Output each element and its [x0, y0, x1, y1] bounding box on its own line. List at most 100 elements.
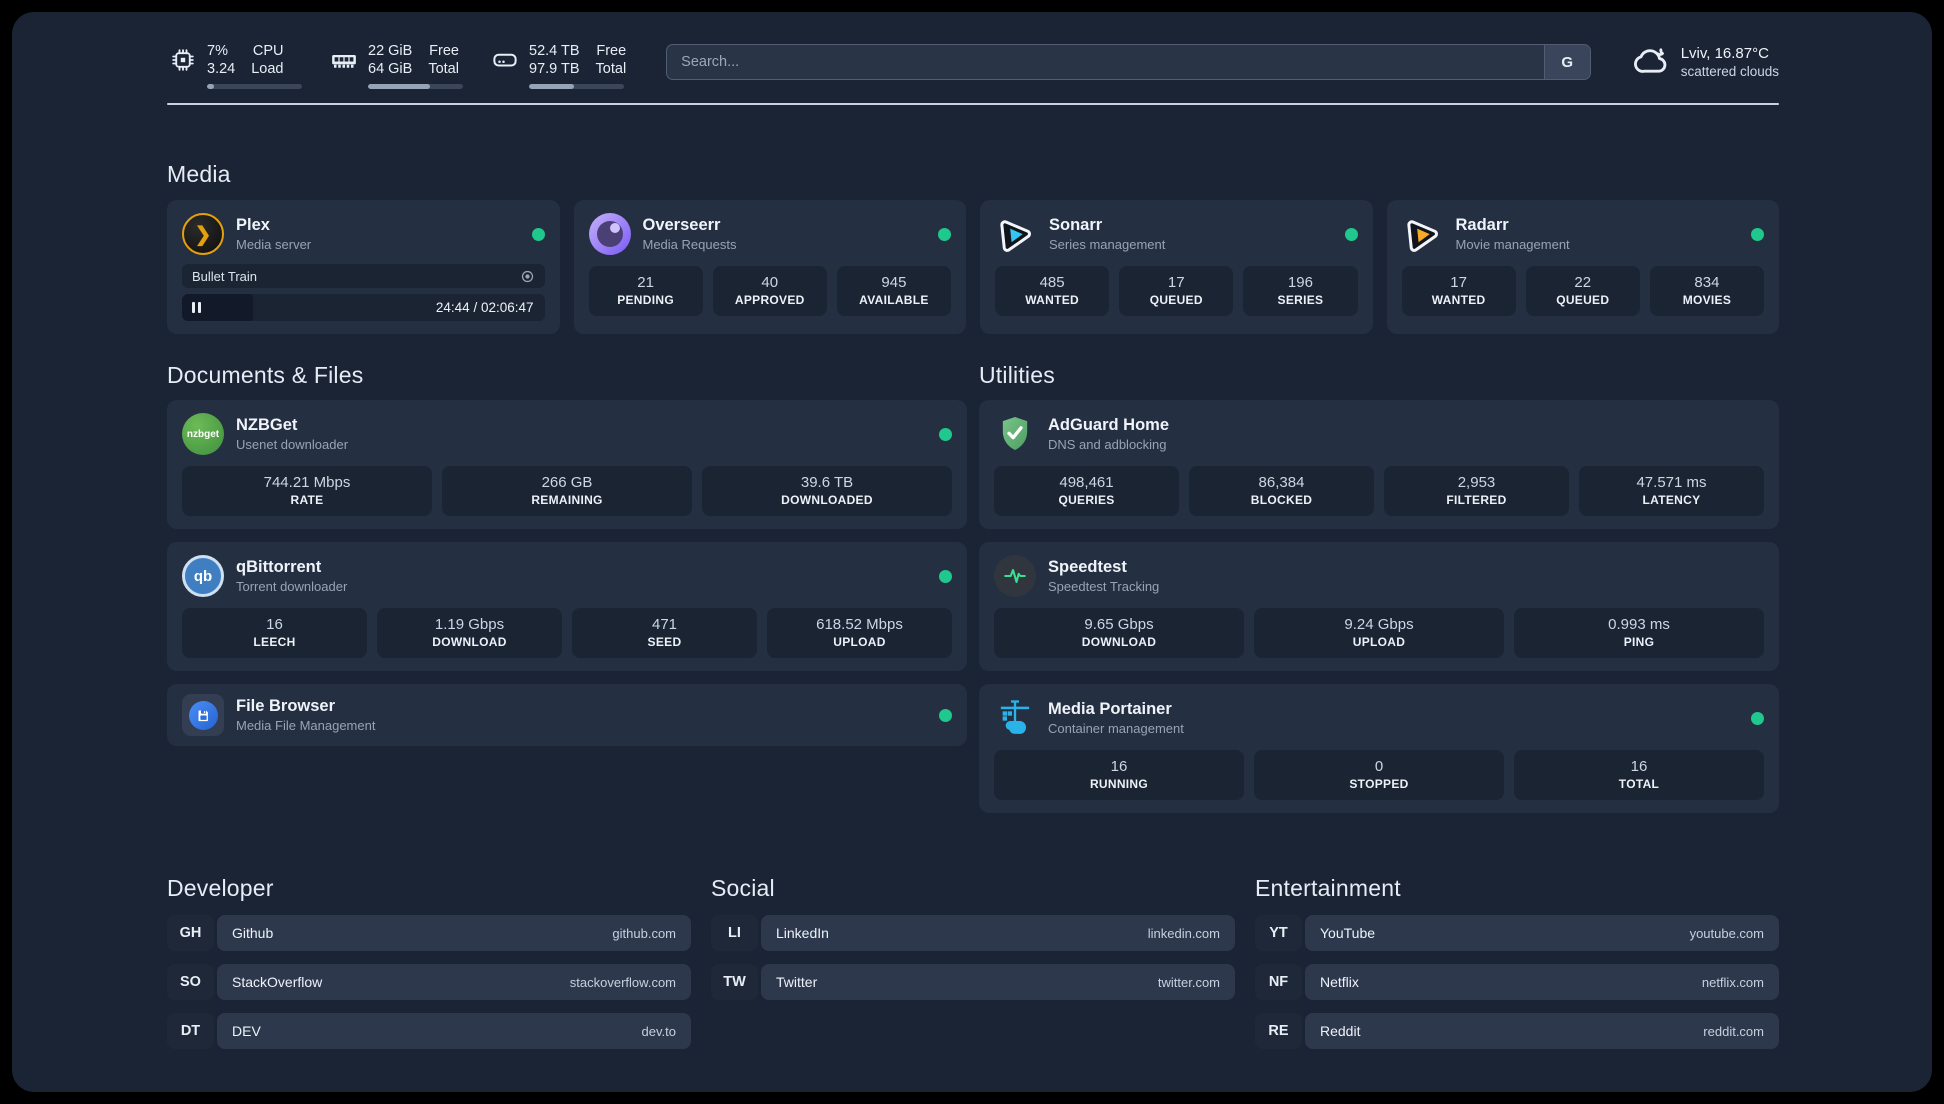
memory-progress-bar	[368, 84, 463, 89]
qbittorrent-icon: qb	[182, 555, 224, 597]
section-title-social: Social	[711, 875, 775, 901]
card-portainer[interactable]: Media Portainer Container management 16 …	[979, 684, 1779, 813]
card-adguard[interactable]: AdGuard Home DNS and adblocking 498,461 …	[979, 400, 1779, 529]
weather-widget: Lviv, 16.87°C scattered clouds	[1631, 42, 1779, 82]
link-reddit[interactable]: RE Reddit reddit.com	[1255, 1013, 1779, 1049]
link-abbr: LI	[711, 915, 758, 951]
app-description: Series management	[1049, 237, 1166, 252]
stat-tile: 1.19 Gbps DOWNLOAD	[377, 608, 562, 658]
status-dot	[938, 227, 951, 241]
app-description: DNS and adblocking	[1048, 437, 1167, 452]
card-overseerr[interactable]: Overseerr Media Requests 21 PENDING 40 A…	[573, 200, 966, 334]
weather-condition: scattered clouds	[1680, 63, 1779, 79]
link-url: twitter.com	[1157, 974, 1220, 990]
link-abbr: YT	[1255, 915, 1302, 951]
stat-tile: 17 WANTED	[1401, 266, 1516, 316]
radarr-icon	[1402, 213, 1444, 255]
app-description: Media File Management	[236, 718, 376, 733]
stat-tile: 9.65 Gbps DOWNLOAD	[994, 608, 1244, 658]
app-description: Torrent downloader	[236, 579, 348, 594]
card-radarr[interactable]: Radarr Movie management 17 WANTED 22 QUE…	[1386, 200, 1779, 334]
card-nzbget[interactable]: nzbget NZBGet Usenet downloader 744.21 M…	[167, 400, 967, 529]
link-name: Github	[232, 925, 274, 941]
cpu-labels: CPU Load	[251, 43, 284, 77]
link-dev[interactable]: DT DEV dev.to	[167, 1013, 691, 1049]
link-netflix[interactable]: NF Netflix netflix.com	[1255, 964, 1779, 1000]
stat-tile: 9.24 Gbps UPLOAD	[1254, 608, 1504, 658]
app-name: Speedtest	[1048, 558, 1127, 576]
disk-stat: 52.4 TB 97.9 TB Free Total	[489, 42, 626, 89]
link-name: YouTube	[1320, 925, 1376, 941]
section-title-utilities: Utilities	[979, 362, 1055, 388]
screen-frame: 7% 3.24 CPU Load 22 GiB 64 GiB Free Tota…	[0, 0, 1944, 1104]
link-url: youtube.com	[1689, 925, 1764, 941]
link-url: dev.to	[641, 1023, 676, 1039]
link-twitter[interactable]: TW Twitter twitter.com	[711, 964, 1235, 1000]
link-youtube[interactable]: YT YouTube youtube.com	[1255, 915, 1779, 951]
pause-icon[interactable]	[192, 302, 201, 313]
plex-now-playing: Bullet Train 24:44 / 02:06:47	[182, 264, 545, 321]
link-stackoverflow[interactable]: SO StackOverflow stackoverflow.com	[167, 964, 691, 1000]
stat-tile: 618.52 Mbps UPLOAD	[767, 608, 952, 658]
memory-icon	[328, 44, 360, 76]
stat-tile: 945 AVAILABLE	[836, 266, 952, 316]
status-dot	[939, 569, 952, 583]
stat-tile: 16 RUNNING	[994, 750, 1244, 800]
link-name: DEV	[232, 1023, 261, 1039]
disk-progress-bar	[529, 84, 624, 89]
entertainment-column: Entertainment YT YouTube youtube.com NF …	[1255, 875, 1779, 1062]
header-divider	[167, 103, 1779, 105]
search-bar: G	[666, 44, 1591, 80]
link-abbr: GH	[167, 915, 214, 951]
app-description: Container management	[1048, 721, 1184, 736]
card-sonarr[interactable]: Sonarr Series management 485 WANTED 17 Q…	[980, 200, 1373, 334]
cpu-stat: 7% 3.24 CPU Load	[167, 42, 302, 89]
link-abbr: TW	[711, 964, 758, 1000]
overseerr-icon	[588, 213, 631, 255]
card-qbittorrent[interactable]: qb qBittorrent Torrent downloader 16 LEE…	[167, 542, 967, 671]
app-description: Media Requests	[642, 237, 737, 252]
status-dot	[939, 427, 952, 441]
card-speedtest[interactable]: Speedtest Speedtest Tracking 9.65 Gbps D…	[979, 542, 1779, 671]
card-filebrowser[interactable]: File Browser Media File Management	[167, 684, 967, 746]
utilities-column: Utilities AdGuard Home DNS and adblockin…	[979, 362, 1779, 813]
status-dot	[1344, 227, 1358, 241]
link-abbr: RE	[1255, 1013, 1302, 1049]
session-target-icon[interactable]	[520, 269, 535, 284]
cpu-icon	[167, 44, 199, 76]
search-engine-button[interactable]: G	[1543, 45, 1590, 79]
status-dot	[939, 708, 952, 722]
memory-stat: 22 GiB 64 GiB Free Total	[328, 42, 463, 89]
link-url: linkedin.com	[1147, 925, 1220, 941]
card-plex[interactable]: ❯ Plex Media server Bullet Train 24:44 /…	[167, 200, 560, 334]
cpu-progress-bar	[207, 84, 302, 89]
cloud-icon	[1631, 42, 1671, 82]
app-name: qBittorrent	[236, 558, 322, 576]
stat-tile: 17 QUEUED	[1119, 266, 1234, 316]
memory-values: 22 GiB 64 GiB	[368, 43, 413, 77]
link-name: LinkedIn	[776, 925, 829, 941]
stat-tile: 196 SERIES	[1243, 266, 1358, 316]
link-abbr: DT	[167, 1013, 214, 1049]
link-linkedin[interactable]: LI LinkedIn linkedin.com	[711, 915, 1235, 951]
portainer-icon	[994, 697, 1036, 739]
plex-icon: ❯	[182, 213, 224, 255]
link-url: netflix.com	[1701, 974, 1764, 990]
stat-tile: 471 SEED	[572, 608, 757, 658]
link-github[interactable]: GH Github github.com	[167, 915, 691, 951]
stat-tile: 0 STOPPED	[1254, 750, 1504, 800]
stat-tile: 47.571 ms LATENCY	[1579, 466, 1764, 516]
playback-time: 24:44 / 02:06:47	[435, 300, 534, 315]
stat-tile: 498,461 QUERIES	[994, 466, 1179, 516]
session-title: Bullet Train	[192, 268, 258, 284]
nzbget-icon: nzbget	[182, 413, 224, 455]
app-name: Overseerr	[642, 216, 721, 234]
stat-tile: 0.993 ms PING	[1514, 608, 1764, 658]
cpu-values: 7% 3.24	[207, 43, 236, 77]
disk-labels: Free Total	[595, 43, 627, 77]
section-title-documents: Documents & Files	[167, 362, 364, 388]
sonarr-icon	[995, 213, 1037, 255]
dashboard-panel: 7% 3.24 CPU Load 22 GiB 64 GiB Free Tota…	[12, 12, 1932, 1092]
link-url: github.com	[612, 925, 676, 941]
search-input[interactable]	[667, 45, 1544, 79]
